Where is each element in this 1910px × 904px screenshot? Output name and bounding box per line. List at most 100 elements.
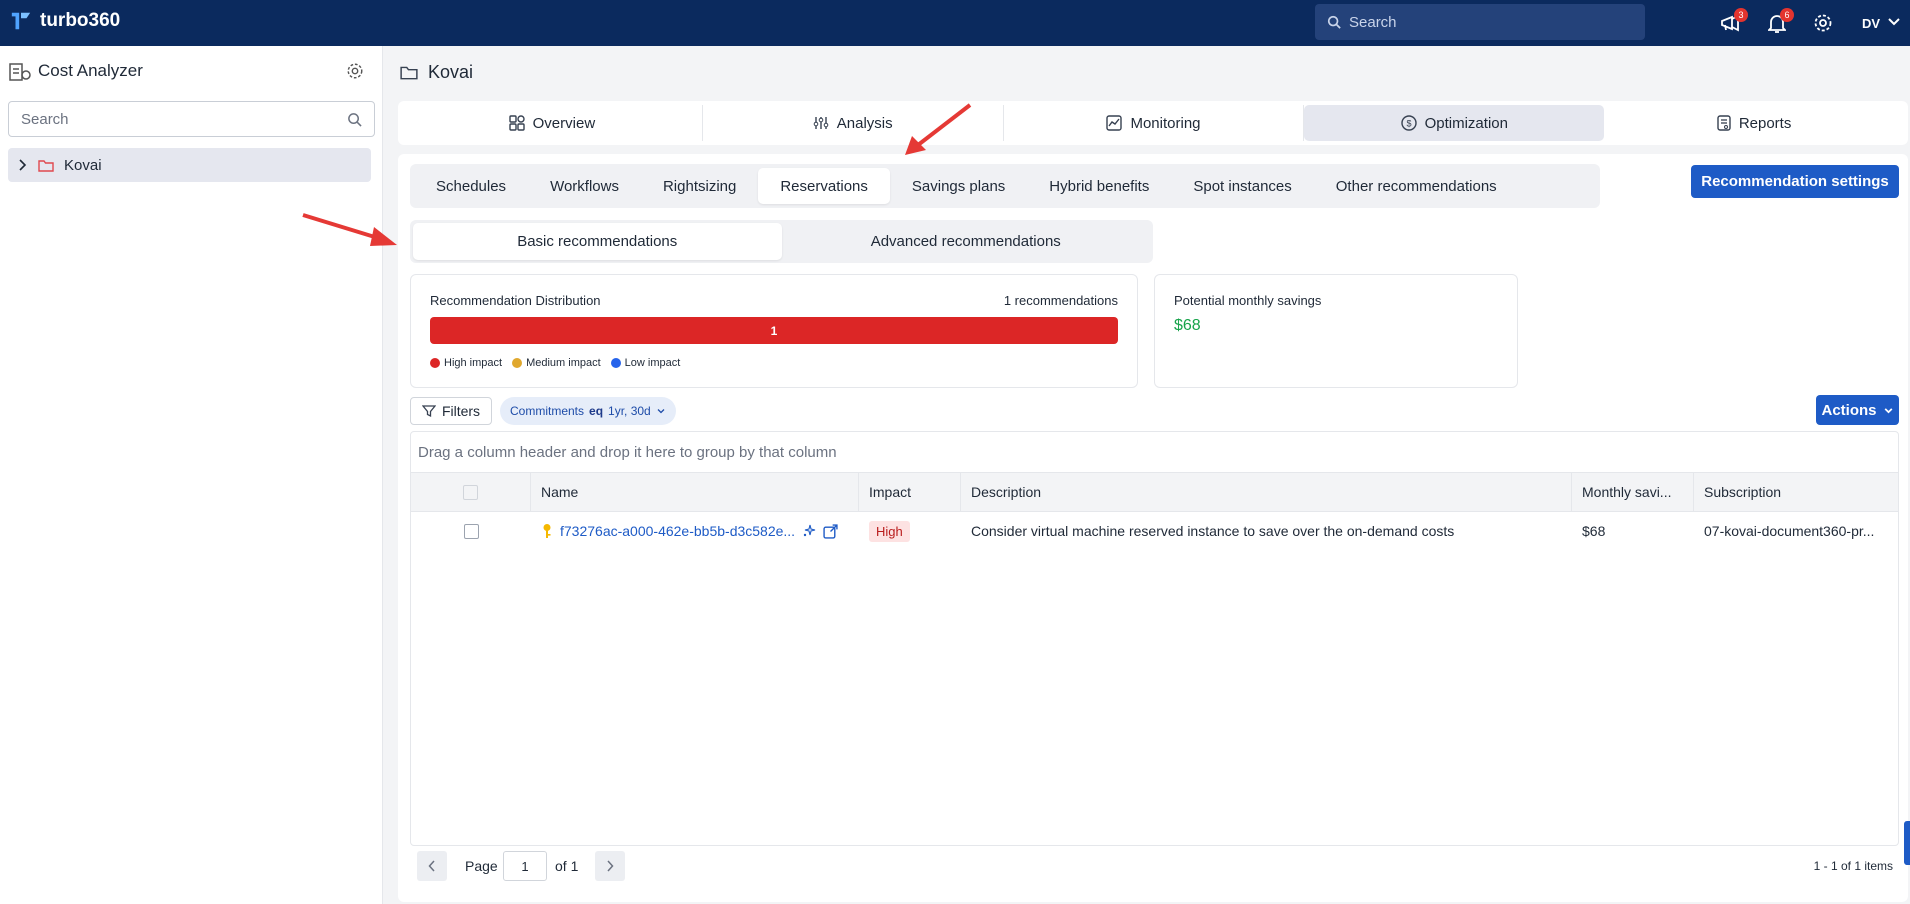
select-all-checkbox[interactable]	[463, 484, 478, 500]
tab-workflows[interactable]: Workflows	[528, 168, 641, 204]
row-name-cell: f73276ac-a000-462e-bb5b-d3c582e...	[531, 512, 859, 550]
page-number-input[interactable]: 1	[503, 851, 547, 881]
column-header-subscription[interactable]: Subscription	[1694, 473, 1898, 511]
legend-label: Low impact	[624, 357, 681, 369]
tab-monitoring[interactable]: Monitoring	[1004, 105, 1305, 141]
column-header-name[interactable]: Name	[531, 473, 859, 511]
row-description-cell: Consider virtual machine reserved instan…	[971, 523, 1455, 539]
column-header-impact[interactable]: Impact	[859, 473, 961, 511]
sidebar-search-placeholder: Search	[21, 110, 69, 128]
distribution-label: Recommendation Distribution	[430, 293, 601, 308]
select-all-cell	[411, 473, 531, 511]
recommendation-settings-button[interactable]: Recommendation settings	[1691, 165, 1899, 198]
notifications-button[interactable]: 6	[1764, 8, 1794, 36]
tab-schedules[interactable]: Schedules	[414, 168, 528, 204]
tab-savings-plans[interactable]: Savings plans	[890, 168, 1027, 204]
global-search-placeholder: Search	[1349, 13, 1397, 31]
high-impact-bar[interactable]: 1	[430, 317, 1118, 344]
external-link-icon[interactable]	[823, 523, 838, 539]
grid-header: Name Impact Description Monthly savi... …	[411, 472, 1898, 512]
actions-label: Actions	[1821, 401, 1877, 419]
resource-name-link[interactable]: f73276ac-a000-462e-bb5b-d3c582e...	[560, 523, 795, 539]
recommendation-distribution-card: Recommendation Distribution 1 recommenda…	[410, 274, 1138, 388]
chevron-right-icon	[607, 860, 614, 872]
settings-button[interactable]	[1810, 10, 1836, 36]
legend-dot	[430, 358, 440, 368]
overview-icon	[508, 115, 525, 131]
search-icon	[348, 112, 362, 127]
user-avatar[interactable]: DV	[1855, 9, 1887, 37]
table-row[interactable]: f73276ac-a000-462e-bb5b-d3c582e... High …	[411, 512, 1898, 550]
row-impact-cell: High	[859, 512, 961, 550]
recommendations-grid: Drag a column header and drop it here to…	[410, 431, 1899, 846]
tab-label: Monitoring	[1130, 114, 1201, 132]
column-header-description[interactable]: Description	[961, 473, 1572, 511]
sparkle-icon[interactable]	[802, 524, 816, 538]
savings-value: $68	[1174, 317, 1201, 334]
tab-basic-recommendations[interactable]: Basic recommendations	[413, 223, 782, 260]
filters-button[interactable]: Filters	[410, 397, 492, 425]
sidebar-search-input[interactable]: Search	[8, 101, 375, 137]
sidebar-title: Cost Analyzer	[38, 61, 143, 80]
legend-label: Medium impact	[526, 357, 601, 369]
legend-dot	[512, 358, 523, 368]
tree-item-kovai[interactable]: Kovai	[8, 148, 371, 182]
recommendation-mode-tabs: Basic recommendations Advanced recommend…	[410, 220, 1153, 263]
annotation-arrow-basic-recommendations	[302, 213, 397, 246]
distribution-count: 1 recommendations	[1003, 293, 1118, 308]
gear-icon	[1814, 14, 1832, 32]
legend-dot	[610, 358, 621, 368]
filters-label: Filters	[441, 403, 481, 419]
legend-label: High impact	[444, 357, 503, 369]
monitoring-icon	[1106, 115, 1123, 131]
next-page-button[interactable]	[595, 851, 625, 881]
sidebar: Cost Analyzer Search Kovai	[0, 46, 383, 904]
global-search-input[interactable]: Search	[1315, 4, 1645, 40]
row-checkbox[interactable]	[463, 523, 479, 539]
page-of-label: of 1	[555, 858, 579, 874]
announcements-button[interactable]: 3	[1718, 8, 1748, 36]
svg-text:$: $	[1406, 119, 1411, 129]
tab-advanced-recommendations[interactable]: Advanced recommendations	[782, 223, 1151, 260]
key-icon	[543, 524, 551, 538]
page-label: Page	[465, 858, 498, 874]
group-by-drop-zone[interactable]: Drag a column header and drop it here to…	[418, 444, 837, 461]
tab-optimization[interactable]: $ Optimization	[1304, 105, 1605, 141]
feedback-edge-tab[interactable]	[1904, 821, 1910, 865]
row-subscription-cell: 07-kovai-document360-pr...	[1704, 523, 1875, 539]
tab-spot-instances[interactable]: Spot instances	[1171, 168, 1313, 204]
page-header: Kovai	[400, 62, 473, 83]
actions-button[interactable]: Actions	[1816, 395, 1899, 425]
filter-icon	[421, 405, 436, 418]
tab-reservations[interactable]: Reservations	[758, 168, 890, 204]
optimization-icon: $	[1400, 115, 1417, 131]
app-logo[interactable]: turbo360	[10, 10, 120, 32]
column-header-monthly-savings[interactable]: Monthly savi...	[1572, 473, 1694, 511]
chevron-down-icon[interactable]	[1887, 14, 1901, 28]
pagination: Page 1 of 1 1 - 1 of 1 items	[410, 850, 1899, 882]
chevron-left-icon	[428, 860, 435, 872]
tab-hybrid-benefits[interactable]: Hybrid benefits	[1027, 168, 1171, 204]
chevron-right-icon[interactable]	[18, 159, 28, 171]
folder-icon	[38, 159, 54, 172]
legend-medium-impact: Medium impact	[512, 357, 601, 369]
folder-icon	[400, 66, 418, 80]
tab-label: Analysis	[836, 114, 893, 132]
annotation-arrow-reservations	[905, 103, 972, 155]
row-select-cell	[411, 512, 531, 550]
tab-reports[interactable]: Reports	[1604, 105, 1904, 141]
sidebar-header: Cost Analyzer	[8, 60, 143, 82]
tab-overview[interactable]: Overview	[402, 105, 703, 141]
sidebar-settings-icon[interactable]	[346, 62, 364, 80]
savings-label: Potential monthly savings	[1174, 293, 1322, 308]
app-name: turbo360	[40, 10, 121, 31]
tab-rightsizing[interactable]: Rightsizing	[641, 168, 758, 204]
filter-chip-commitments[interactable]: Commitments eq 1yr, 30d	[500, 397, 676, 425]
notifications-badge: 6	[1780, 8, 1794, 22]
chevron-down-icon	[1884, 407, 1892, 413]
previous-page-button[interactable]	[417, 851, 447, 881]
announcements-badge: 3	[1734, 8, 1748, 22]
chevron-down-icon	[657, 409, 665, 414]
cost-analyzer-icon	[9, 63, 31, 81]
tab-other-recommendations[interactable]: Other recommendations	[1314, 168, 1519, 204]
